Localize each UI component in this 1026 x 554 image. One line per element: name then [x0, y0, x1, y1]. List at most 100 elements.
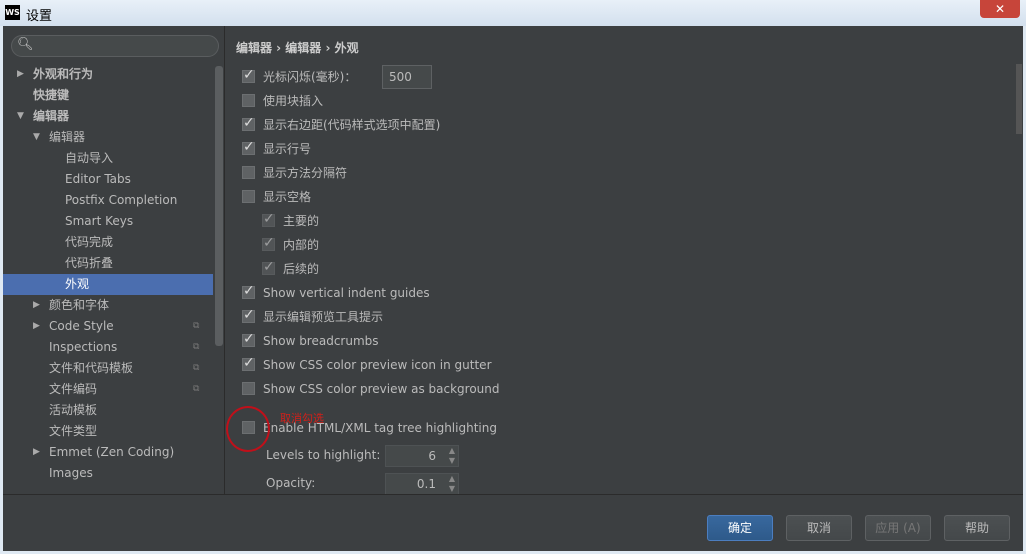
option-row[interactable]: 显示空格 — [242, 187, 311, 207]
expand-arrow-icon[interactable]: ▶ — [33, 295, 40, 316]
checkbox[interactable] — [242, 65, 255, 85]
apply-button[interactable]: 应用 (A) — [865, 515, 931, 541]
spinner-arrows-icon[interactable]: ▲ ▼ — [449, 446, 455, 466]
settings-tree: ▶ 外观和行为 快捷键 ▼ 编辑器 ▼ 编辑器 自动导入 Editor Tabs Postfix … — [3, 64, 213, 484]
option-row[interactable]: 主要的 — [262, 209, 320, 231]
tree-item[interactable]: ▶ Emmet (Zen Coding) — [3, 442, 213, 463]
option-label: 主要的 — [283, 214, 320, 228]
tree-item-label: 编辑器 — [49, 130, 86, 144]
ok-button[interactable]: 确定 — [707, 515, 773, 541]
option-row[interactable]: 光标闪烁(毫秒)： 500 — [242, 65, 432, 89]
tree-item-label: 快捷键 — [33, 88, 70, 102]
option-row[interactable]: 后续的 — [262, 257, 320, 279]
option-label: 显示右边距(代码样式选项中配置) — [263, 118, 441, 132]
tree-item[interactable]: Smart Keys — [3, 211, 213, 232]
option-label: 显示编辑预览工具提示 — [263, 310, 384, 324]
opacity-spinner[interactable]: 0.1 ▲ ▼ — [385, 473, 459, 495]
title-bar: WS 设置 ✕ — [0, 0, 1026, 26]
blink-interval-input[interactable]: 500 — [382, 65, 432, 89]
tree-item[interactable]: ▶ 外观和行为 — [3, 64, 213, 85]
tree-item[interactable]: 活动模板 — [3, 400, 213, 421]
checkbox[interactable] — [242, 281, 255, 301]
option-row[interactable]: Show vertical indent guides — [242, 281, 430, 303]
tree-item[interactable]: 自动导入 — [3, 148, 213, 169]
tree-item[interactable]: 文件编码 ⧉ — [3, 379, 213, 400]
settings-sidebar: 🔍︎ ▶ 外观和行为 快捷键 ▼ 编辑器 ▼ 编辑器 自动导入 Editor Tabs Postf… — [3, 26, 225, 494]
annotation-text: 取消勾选 — [280, 412, 324, 425]
option-row[interactable]: 显示右边距(代码样式选项中配置) — [242, 113, 441, 135]
checkbox[interactable] — [242, 329, 255, 349]
annotation-circle — [226, 406, 270, 452]
collapse-arrow-icon[interactable]: ▼ — [33, 127, 40, 148]
tree-item-label: 文件类型 — [49, 424, 98, 438]
checkbox[interactable] — [242, 305, 255, 325]
option-row[interactable]: 显示行号 — [242, 137, 311, 159]
app-logo: WS — [5, 5, 20, 20]
tree-item-label: Inspections — [49, 340, 118, 354]
option-row[interactable]: Show CSS color preview as background — [242, 379, 500, 399]
breadcrumb: 编辑器 › 编辑器 › 外观 — [236, 41, 359, 55]
search-input[interactable]: 🔍︎ — [11, 35, 219, 57]
option-label: 后续的 — [283, 262, 320, 276]
expand-arrow-icon[interactable]: ▶ — [17, 64, 24, 85]
project-scope-icon: ⧉ — [193, 342, 200, 352]
tree-item[interactable]: 文件和代码模板 ⧉ — [3, 358, 213, 379]
checkbox[interactable] — [242, 190, 255, 203]
levels-spinner[interactable]: 6 ▲ ▼ — [385, 445, 459, 467]
tree-item[interactable]: 文件类型 — [3, 421, 213, 442]
tree-item[interactable]: 代码折叠 — [3, 253, 213, 274]
tree-item[interactable]: ▶ Code Style ⧉ — [3, 316, 213, 337]
expand-arrow-icon[interactable]: ▶ — [33, 316, 40, 337]
settings-dialog: 🔍︎ ▶ 外观和行为 快捷键 ▼ 编辑器 ▼ 编辑器 自动导入 Editor Tabs Postf… — [3, 26, 1023, 551]
checkbox[interactable] — [242, 94, 255, 107]
spinner-arrows-icon[interactable]: ▲ ▼ — [449, 474, 455, 494]
option-row[interactable]: 显示方法分隔符 — [242, 163, 347, 183]
levels-value: 6 — [428, 449, 436, 463]
checkbox[interactable] — [242, 382, 255, 395]
help-button[interactable]: 帮助 — [944, 515, 1010, 541]
option-row[interactable]: Show breadcrumbs — [242, 329, 379, 351]
option-row[interactable]: 使用块插入 — [242, 91, 323, 111]
project-scope-icon: ⧉ — [193, 363, 200, 373]
collapse-arrow-icon[interactable]: ▼ — [17, 106, 24, 127]
option-row[interactable]: Show CSS color preview icon in gutter — [242, 353, 492, 375]
tree-item-label: Images — [49, 466, 93, 480]
option-label: 显示空格 — [263, 190, 312, 204]
tree-item-label: 活动模板 — [49, 403, 98, 417]
checkbox[interactable] — [242, 113, 255, 133]
tree-item[interactable]: Editor Tabs — [3, 169, 213, 190]
option-row[interactable]: 显示编辑预览工具提示 — [242, 305, 384, 327]
cancel-button[interactable]: 取消 — [786, 515, 852, 541]
tree-item[interactable]: 外观 — [3, 274, 213, 295]
tree-item-label: 外观和行为 — [33, 67, 94, 81]
tree-item-label: Postfix Completion — [65, 193, 178, 207]
option-label: Show breadcrumbs — [263, 334, 379, 348]
tree-item-label: Editor Tabs — [65, 172, 131, 186]
window-title: 设置 — [26, 9, 53, 24]
search-icon: 🔍︎ — [17, 37, 34, 52]
checkbox[interactable] — [262, 257, 275, 277]
checkbox[interactable] — [242, 137, 255, 157]
tree-item[interactable]: ▼ 编辑器 — [3, 127, 213, 148]
tree-item-label: 自动导入 — [65, 151, 114, 165]
close-button[interactable]: ✕ — [980, 0, 1020, 18]
option-label: 使用块插入 — [263, 94, 324, 108]
option-label: 显示方法分隔符 — [263, 166, 348, 180]
checkbox[interactable] — [262, 233, 275, 253]
tree-item-label: 文件和代码模板 — [49, 361, 134, 375]
expand-arrow-icon[interactable]: ▶ — [33, 442, 40, 463]
tree-item[interactable]: Inspections ⧉ — [3, 337, 213, 358]
content-scrollbar[interactable] — [1015, 60, 1023, 494]
tree-item[interactable]: 快捷键 — [3, 85, 213, 106]
option-row[interactable]: 内部的 — [262, 233, 319, 255]
tree-item[interactable]: ▶ 颜色和字体 — [3, 295, 213, 316]
tree-item[interactable]: Postfix Completion — [3, 190, 213, 211]
tree-item[interactable]: Images — [3, 463, 213, 484]
sidebar-scrollbar[interactable] — [215, 66, 223, 346]
tree-item[interactable]: 代码完成 — [3, 232, 213, 253]
checkbox[interactable] — [242, 353, 255, 373]
checkbox[interactable] — [242, 166, 255, 179]
tree-item-label: 颜色和字体 — [49, 298, 110, 312]
tree-item[interactable]: ▼ 编辑器 — [3, 106, 213, 127]
checkbox[interactable] — [262, 209, 275, 229]
